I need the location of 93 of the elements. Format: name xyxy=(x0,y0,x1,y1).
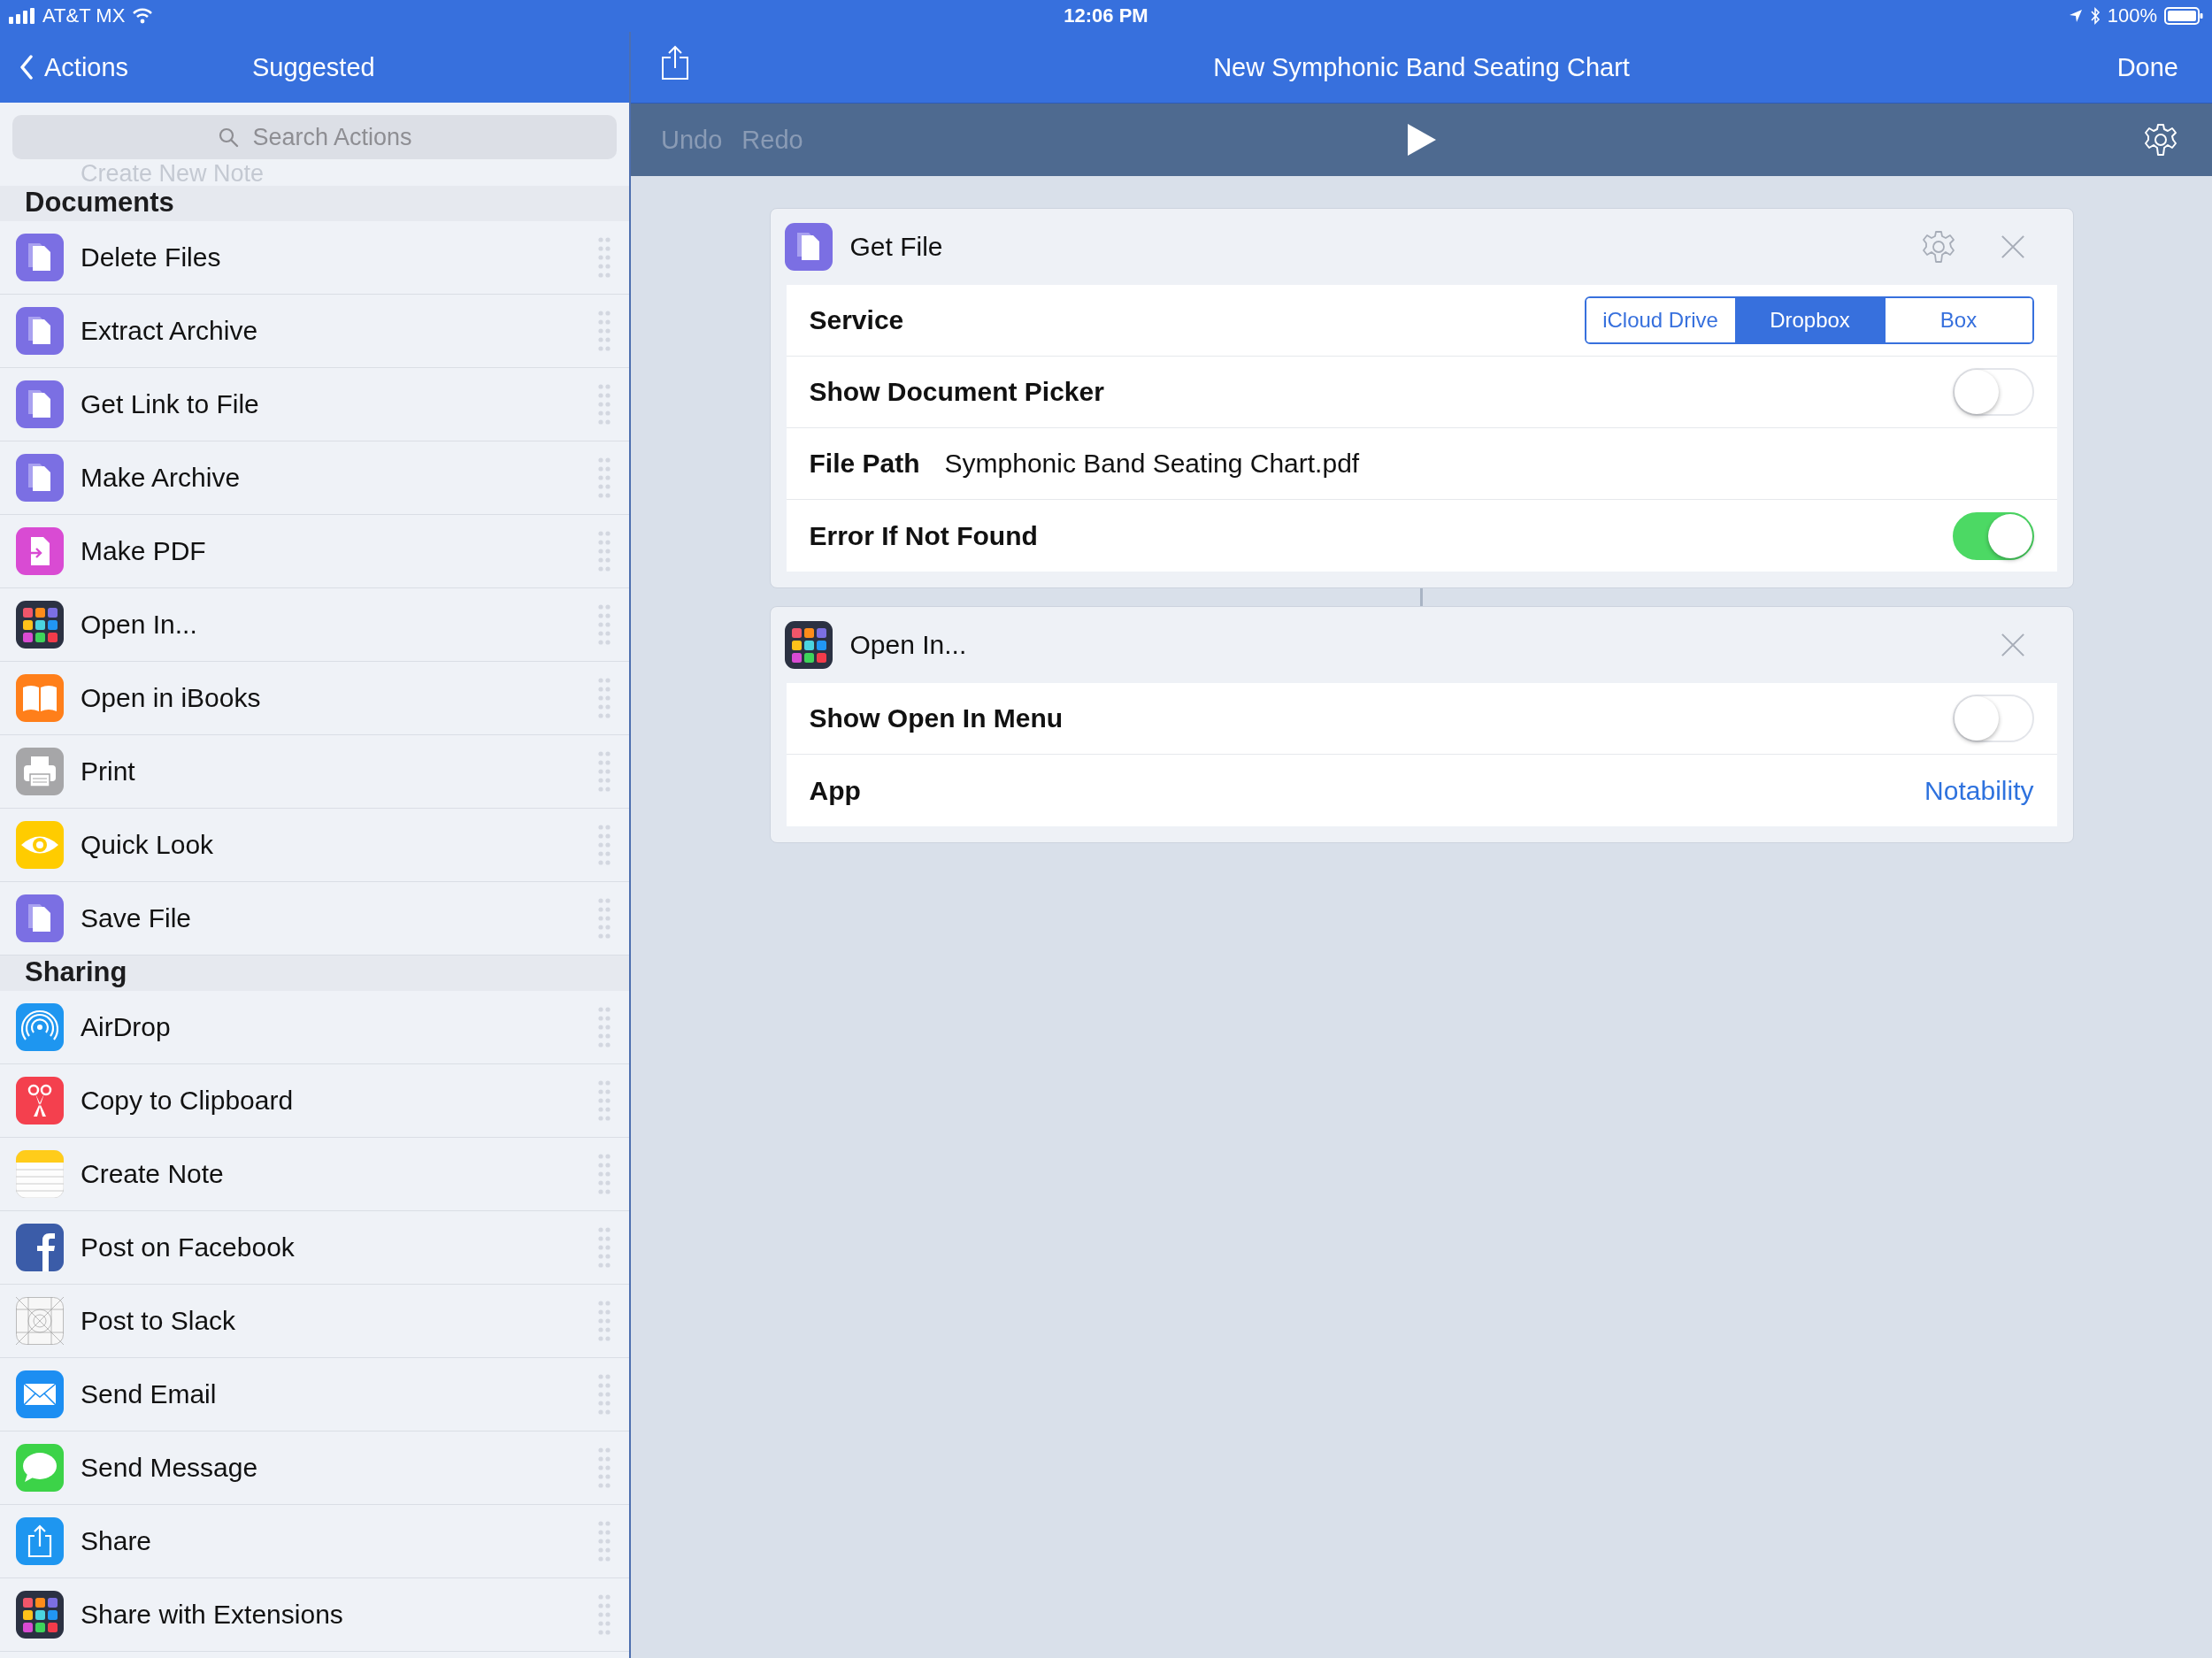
parameter-label: Show Open In Menu xyxy=(809,703,1064,733)
drag-handle-icon[interactable] xyxy=(597,1152,611,1196)
action-list-item[interactable]: Get Link to File xyxy=(0,368,629,441)
airdrop-app-icon xyxy=(16,1003,64,1051)
mail-app-icon xyxy=(16,1370,64,1418)
parameter-label: App xyxy=(809,775,861,806)
drag-handle-icon[interactable] xyxy=(597,529,611,573)
drag-handle-icon[interactable] xyxy=(597,823,611,867)
toggle-switch[interactable] xyxy=(1952,511,2034,560)
action-list-item[interactable]: Print xyxy=(0,735,629,809)
app-picker-link[interactable]: Notability xyxy=(1924,775,2034,806)
drag-handle-icon[interactable] xyxy=(597,1299,611,1343)
files-app-icon xyxy=(16,894,64,942)
location-arrow-icon xyxy=(2068,9,2083,23)
drag-handle-icon[interactable] xyxy=(597,1593,611,1637)
action-list-item[interactable]: Post on Facebook xyxy=(0,1211,629,1285)
sidebar-title: Suggested xyxy=(252,52,375,82)
drag-handle-icon[interactable] xyxy=(597,1372,611,1416)
action-title: Get File xyxy=(849,232,944,262)
close-icon[interactable] xyxy=(2000,234,2025,259)
segment-option[interactable]: Box xyxy=(1883,298,2032,342)
section-header: Documents xyxy=(0,186,629,221)
parameter-label: Show Document Picker xyxy=(809,377,1104,407)
print-app-icon xyxy=(16,748,64,795)
action-list-item[interactable]: Share xyxy=(0,1505,629,1578)
signal-icon xyxy=(9,8,35,24)
grid-app-icon xyxy=(16,1297,64,1345)
carrier-name: AT&T MX xyxy=(42,4,126,27)
action-list-item[interactable]: Copy to Clipboard xyxy=(0,1064,629,1138)
drag-handle-icon[interactable] xyxy=(597,749,611,794)
back-chevron-icon xyxy=(19,55,34,80)
parameter-label: Error If Not Found xyxy=(809,520,1038,551)
share-app-icon xyxy=(16,1517,64,1565)
facebook-app-icon xyxy=(16,1224,64,1271)
eye-app-icon xyxy=(16,821,64,869)
apps-app-icon xyxy=(16,1591,64,1639)
action-list-item[interactable]: AirDrop xyxy=(0,991,629,1064)
action-list-item[interactable]: Share with Extensions xyxy=(0,1578,629,1652)
scissors-app-icon xyxy=(16,1077,64,1125)
drag-handle-icon[interactable] xyxy=(597,1225,611,1270)
action-list-item[interactable]: Quick Look xyxy=(0,809,629,882)
action-list-item[interactable]: Send Message xyxy=(0,1432,629,1505)
action-list-item[interactable]: Make Archive xyxy=(0,441,629,515)
workflow-title: New Symphonic Band Seating Chart xyxy=(1213,52,1630,82)
search-icon xyxy=(218,127,239,148)
action-icon xyxy=(784,223,833,271)
drag-handle-icon[interactable] xyxy=(597,1078,611,1123)
drag-handle-icon[interactable] xyxy=(597,382,611,426)
action-icon xyxy=(784,621,833,669)
action-list-item[interactable]: Open in iBooks xyxy=(0,662,629,735)
pdf-app-icon xyxy=(16,527,64,575)
wifi-icon xyxy=(132,8,154,24)
back-button[interactable]: Actions xyxy=(0,52,129,82)
note-app-icon xyxy=(16,1150,64,1198)
parameter-label: Service xyxy=(809,305,904,335)
search-field[interactable]: Search Actions xyxy=(12,115,617,159)
drag-handle-icon[interactable] xyxy=(597,1005,611,1049)
files-app-icon xyxy=(16,380,64,428)
drag-handle-icon[interactable] xyxy=(597,603,611,647)
section-header: Sharing xyxy=(0,956,629,991)
books-app-icon xyxy=(16,674,64,722)
close-icon[interactable] xyxy=(2000,633,2025,657)
drag-handle-icon[interactable] xyxy=(597,456,611,500)
files-app-icon xyxy=(16,307,64,355)
action-list-item[interactable]: Extract Archive xyxy=(0,295,629,368)
message-app-icon xyxy=(16,1444,64,1492)
action-list-item[interactable]: Make PDF xyxy=(0,515,629,588)
segment-option[interactable]: Dropbox xyxy=(1734,298,1884,342)
clock-time: 12:06 PM xyxy=(1064,4,1148,27)
drag-handle-icon[interactable] xyxy=(597,235,611,280)
action-title: Open In... xyxy=(849,630,968,660)
battery-percentage: 100% xyxy=(2107,4,2157,27)
action-list-item[interactable]: Open In... xyxy=(0,588,629,662)
drag-handle-icon[interactable] xyxy=(597,896,611,940)
parameter-label: File Path xyxy=(809,449,920,479)
action-list-item[interactable]: Send Email xyxy=(0,1358,629,1432)
drag-handle-icon[interactable] xyxy=(597,676,611,720)
files-app-icon xyxy=(16,234,64,281)
action-list-item[interactable]: Create Note xyxy=(0,1138,629,1211)
file-path-value[interactable]: Symphonic Band Seating Chart.pdf xyxy=(944,449,1360,479)
files-app-icon xyxy=(16,454,64,502)
bluetooth-icon xyxy=(2089,7,2101,25)
play-icon[interactable] xyxy=(1406,123,1437,157)
drag-handle-icon[interactable] xyxy=(597,1519,611,1563)
drag-handle-icon[interactable] xyxy=(597,309,611,353)
battery-icon xyxy=(2164,7,2203,25)
drag-handle-icon[interactable] xyxy=(597,1446,611,1490)
share-icon[interactable] xyxy=(661,45,689,81)
action-list-item[interactable]: Post to Slack xyxy=(0,1285,629,1358)
apps-app-icon xyxy=(16,601,64,649)
done-button[interactable]: Done xyxy=(2116,52,2178,82)
action-list-item[interactable]: Delete Files xyxy=(0,221,629,295)
settings-icon[interactable] xyxy=(2143,122,2178,157)
